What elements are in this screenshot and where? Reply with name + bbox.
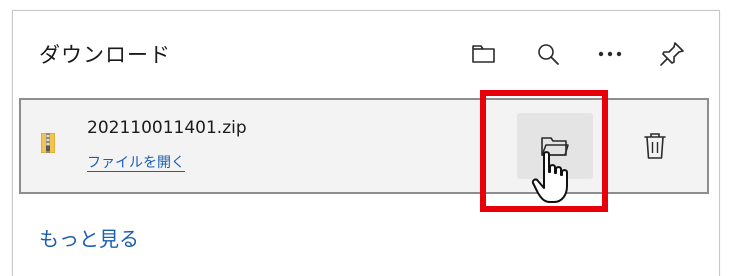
more-icon <box>598 51 622 57</box>
delete-download-button[interactable] <box>635 126 675 166</box>
downloads-header: ダウンロード <box>13 11 719 97</box>
download-item[interactable]: 202110011401.zip ファイルを開く <box>19 98 709 194</box>
search-icon <box>538 44 559 65</box>
open-file-link[interactable]: ファイルを開く <box>87 152 185 172</box>
see-more-link[interactable]: もっと見る <box>39 223 139 252</box>
panel-title: ダウンロード <box>39 43 171 67</box>
folder-icon <box>541 137 569 156</box>
more-options-button[interactable] <box>593 37 627 71</box>
folder-icon <box>472 45 495 63</box>
downloads-panel: ダウンロード 202110011401.zip ファイルを開く もっと見る <box>12 10 720 276</box>
pin-icon <box>660 42 684 66</box>
open-downloads-folder-button[interactable] <box>467 37 501 71</box>
zip-file-icon <box>41 133 55 153</box>
pin-downloads-button[interactable] <box>655 37 689 71</box>
download-filename: 202110011401.zip <box>87 118 247 138</box>
trash-icon <box>644 133 666 159</box>
show-in-folder-button[interactable] <box>517 113 593 179</box>
search-downloads-button[interactable] <box>531 37 565 71</box>
